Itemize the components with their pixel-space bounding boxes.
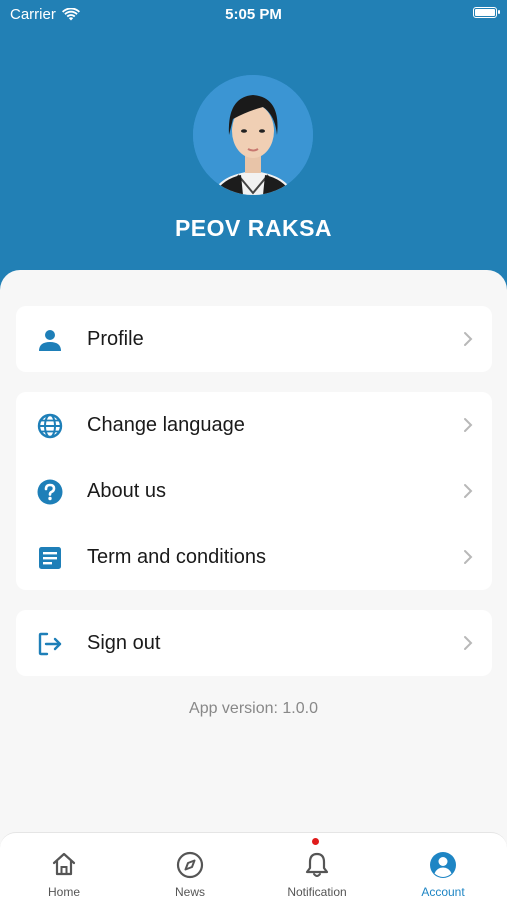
notification-badge bbox=[312, 838, 319, 845]
settings-card: Change language About us Term and condit… bbox=[16, 392, 492, 590]
compass-icon bbox=[176, 851, 204, 879]
bell-icon bbox=[305, 852, 329, 877]
menu-item-label: Sign out bbox=[87, 631, 161, 654]
sign-out-icon bbox=[37, 631, 63, 657]
menu-item-terms[interactable]: Term and conditions bbox=[16, 524, 492, 590]
globe-icon bbox=[37, 413, 63, 439]
chevron-right-icon bbox=[464, 332, 473, 346]
tab-label: News bbox=[174, 885, 205, 899]
profile-header: Carrier 5:05 PM PEOV RAKSA bbox=[0, 0, 507, 300]
profile-card: Profile bbox=[16, 306, 492, 372]
home-icon bbox=[52, 852, 76, 876]
profile-name: PEOV RAKSA bbox=[174, 215, 333, 241]
tab-label: Home bbox=[47, 885, 80, 899]
menu-item-label: Change language bbox=[87, 413, 245, 436]
tab-label: Notification bbox=[287, 885, 347, 899]
tab-label: Account bbox=[421, 885, 465, 899]
document-icon bbox=[37, 545, 63, 571]
account-icon bbox=[430, 852, 456, 878]
battery-icon bbox=[473, 7, 500, 18]
help-circle-icon bbox=[37, 479, 63, 505]
tab-account[interactable]: Account bbox=[380, 833, 506, 901]
chevron-right-icon bbox=[464, 418, 473, 432]
status-bar: Carrier 5:05 PM bbox=[0, 0, 507, 28]
menu-item-about-us[interactable]: About us bbox=[16, 458, 492, 524]
menu-item-change-language[interactable]: Change language bbox=[16, 392, 492, 458]
sign-out-card: Sign out bbox=[16, 610, 492, 676]
app-version: App version: 1.0.0 bbox=[189, 700, 318, 717]
tab-home[interactable]: Home bbox=[1, 833, 127, 901]
menu-item-label: Profile bbox=[87, 327, 144, 350]
menu-item-label: About us bbox=[87, 479, 166, 502]
menu-item-label: Term and conditions bbox=[87, 545, 266, 568]
avatar[interactable] bbox=[193, 75, 313, 195]
tab-bar: Home News Notification Account bbox=[0, 832, 507, 901]
chevron-right-icon bbox=[464, 550, 473, 564]
menu-item-sign-out[interactable]: Sign out bbox=[16, 610, 492, 676]
status-time: 5:05 PM bbox=[225, 6, 282, 23]
menu-item-profile[interactable]: Profile bbox=[16, 306, 492, 372]
tab-news[interactable]: News bbox=[127, 833, 253, 901]
chevron-right-icon bbox=[464, 484, 473, 498]
person-icon bbox=[37, 327, 63, 353]
chevron-right-icon bbox=[464, 636, 473, 650]
